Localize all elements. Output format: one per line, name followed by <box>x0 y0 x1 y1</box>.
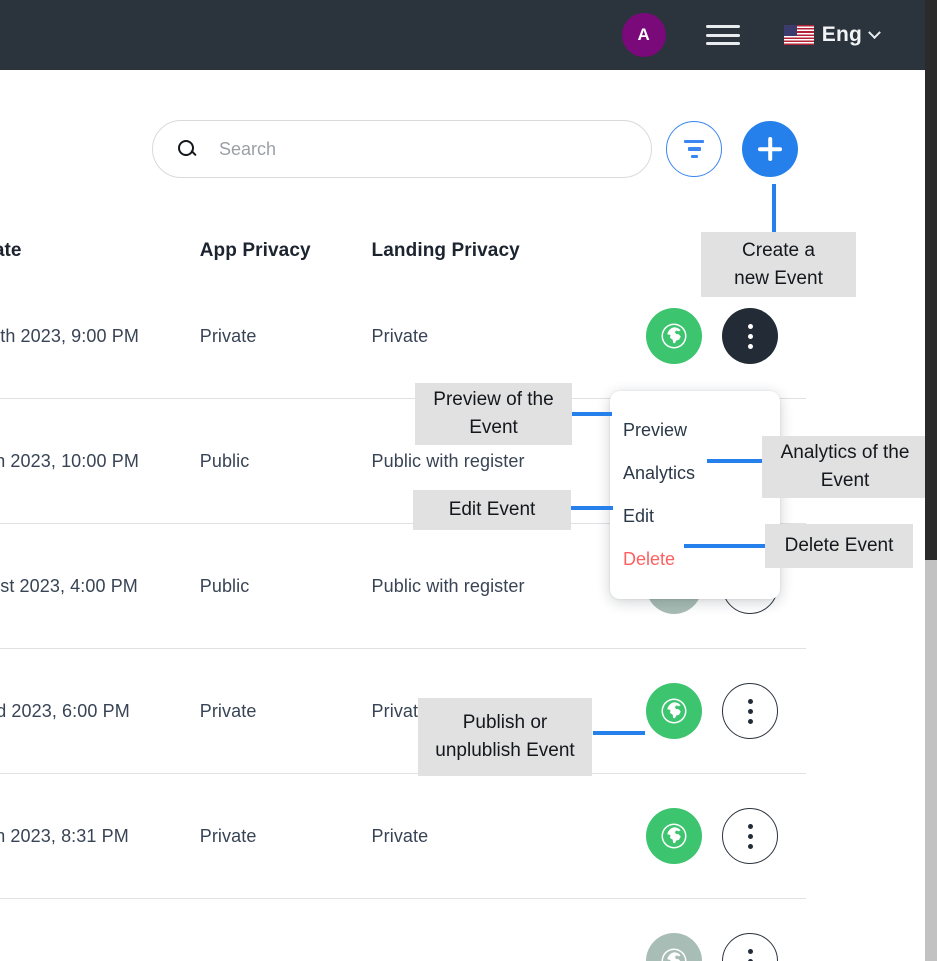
filter-button[interactable] <box>666 121 722 177</box>
cell-date: 2th 2023, 8:31 PM <box>0 825 129 846</box>
globe-icon <box>661 698 687 724</box>
app-root: A Eng Search te App Privacy Landing Priv… <box>0 0 937 961</box>
toolbar <box>152 120 798 178</box>
dot <box>747 718 753 724</box>
top-header-bar: A Eng <box>0 0 925 70</box>
row-context-menu: Preview Analytics Edit Delete <box>610 391 780 599</box>
filter-icon-bar <box>690 154 698 159</box>
cell-app-privacy: Public <box>199 575 250 596</box>
hamburger-icon[interactable] <box>705 22 740 48</box>
hamburger-bar <box>705 33 740 37</box>
callout-connector-create <box>772 184 776 232</box>
callout-connector-edit <box>571 506 613 510</box>
search-input[interactable] <box>219 138 627 160</box>
table-row[interactable] <box>0 899 806 961</box>
callout-connector-delete <box>684 544 767 548</box>
cell-actions <box>626 808 806 864</box>
callout-preview-event: Preview of the Event <box>415 383 572 445</box>
dot <box>747 843 753 849</box>
cell-date: 3rd 2023, 6:00 PM <box>0 700 130 721</box>
callout-analytics-event: Analytics of the Event <box>762 436 928 498</box>
dot <box>747 708 753 714</box>
callout-connector-analytics <box>707 459 763 463</box>
publish-toggle-button[interactable] <box>646 808 703 864</box>
cell-actions <box>626 308 806 364</box>
header-actions: A Eng <box>621 13 925 57</box>
cell-date: 21st 2023, 4:00 PM <box>0 575 138 596</box>
cell-landing-privacy: Private <box>371 325 429 346</box>
cell-landing-privacy: Public with register <box>371 575 525 596</box>
menu-item-edit[interactable]: Edit <box>610 495 780 538</box>
dot <box>747 333 753 339</box>
scrollbar-thumb[interactable] <box>925 0 937 560</box>
callout-publish-event: Publish or unplublish Event <box>418 698 592 776</box>
search-box[interactable] <box>152 120 652 178</box>
search-icon <box>177 139 197 159</box>
cell-date: 8th 2023, 10:00 PM <box>0 450 139 471</box>
cell-landing-privacy: Public with register <box>371 450 525 471</box>
filter-icon-bar <box>684 139 704 144</box>
callout-edit-event: Edit Event <box>413 490 571 530</box>
hamburger-bar <box>705 25 740 28</box>
language-selector[interactable]: Eng <box>783 23 881 47</box>
language-label: Eng <box>821 23 862 46</box>
column-header-date: Date <box>0 240 22 261</box>
cell-app-privacy: Private <box>199 325 257 346</box>
cell-app-privacy: Private <box>199 700 257 721</box>
menu-item-preview[interactable]: Preview <box>610 409 780 452</box>
publish-toggle-button[interactable] <box>646 683 703 739</box>
vertical-scrollbar[interactable] <box>925 0 937 961</box>
callout-connector-preview <box>572 412 612 416</box>
row-menu-button[interactable] <box>722 683 779 739</box>
column-header-landing-privacy: Landing Privacy <box>371 240 520 261</box>
table-header-row: Date App Privacy Landing Privacy <box>0 228 806 274</box>
table-row[interactable]: 20th 2023, 9:00 PM Private Private <box>0 274 806 399</box>
row-menu-button[interactable] <box>722 933 779 961</box>
cell-actions <box>626 683 806 739</box>
callout-connector-publish <box>593 731 645 735</box>
publish-toggle-button[interactable] <box>646 308 703 364</box>
us-flag-icon <box>783 25 814 45</box>
table-row[interactable]: 2th 2023, 8:31 PM Private Private <box>0 774 806 899</box>
dot <box>747 698 753 704</box>
chevron-down-icon <box>868 25 881 39</box>
cell-app-privacy: Public <box>199 450 250 471</box>
globe-icon <box>661 823 687 849</box>
cell-app-privacy: Private <box>199 825 257 846</box>
dot <box>747 343 753 349</box>
row-menu-button[interactable] <box>722 308 779 364</box>
globe-icon <box>661 323 687 349</box>
publish-toggle-button[interactable] <box>646 933 703 961</box>
table-row[interactable]: 3rd 2023, 6:00 PM Private Private <box>0 649 806 774</box>
hamburger-bar <box>705 42 740 45</box>
avatar[interactable]: A <box>621 13 666 57</box>
callout-create-event: Create a new Event <box>701 232 856 297</box>
dot <box>747 948 753 954</box>
callout-delete-event: Delete Event <box>765 524 913 568</box>
cell-landing-privacy: Private <box>371 825 429 846</box>
avatar-initial: A <box>637 25 650 44</box>
filter-icon-bar <box>687 147 701 151</box>
column-header-app-privacy: App Privacy <box>199 240 311 261</box>
dot <box>747 323 753 329</box>
dot <box>747 823 753 829</box>
dot <box>747 833 753 839</box>
globe-icon <box>661 948 687 961</box>
cell-date: 20th 2023, 9:00 PM <box>0 325 139 346</box>
cell-actions <box>626 933 806 961</box>
create-event-button[interactable] <box>742 121 798 177</box>
row-menu-button[interactable] <box>722 808 779 864</box>
